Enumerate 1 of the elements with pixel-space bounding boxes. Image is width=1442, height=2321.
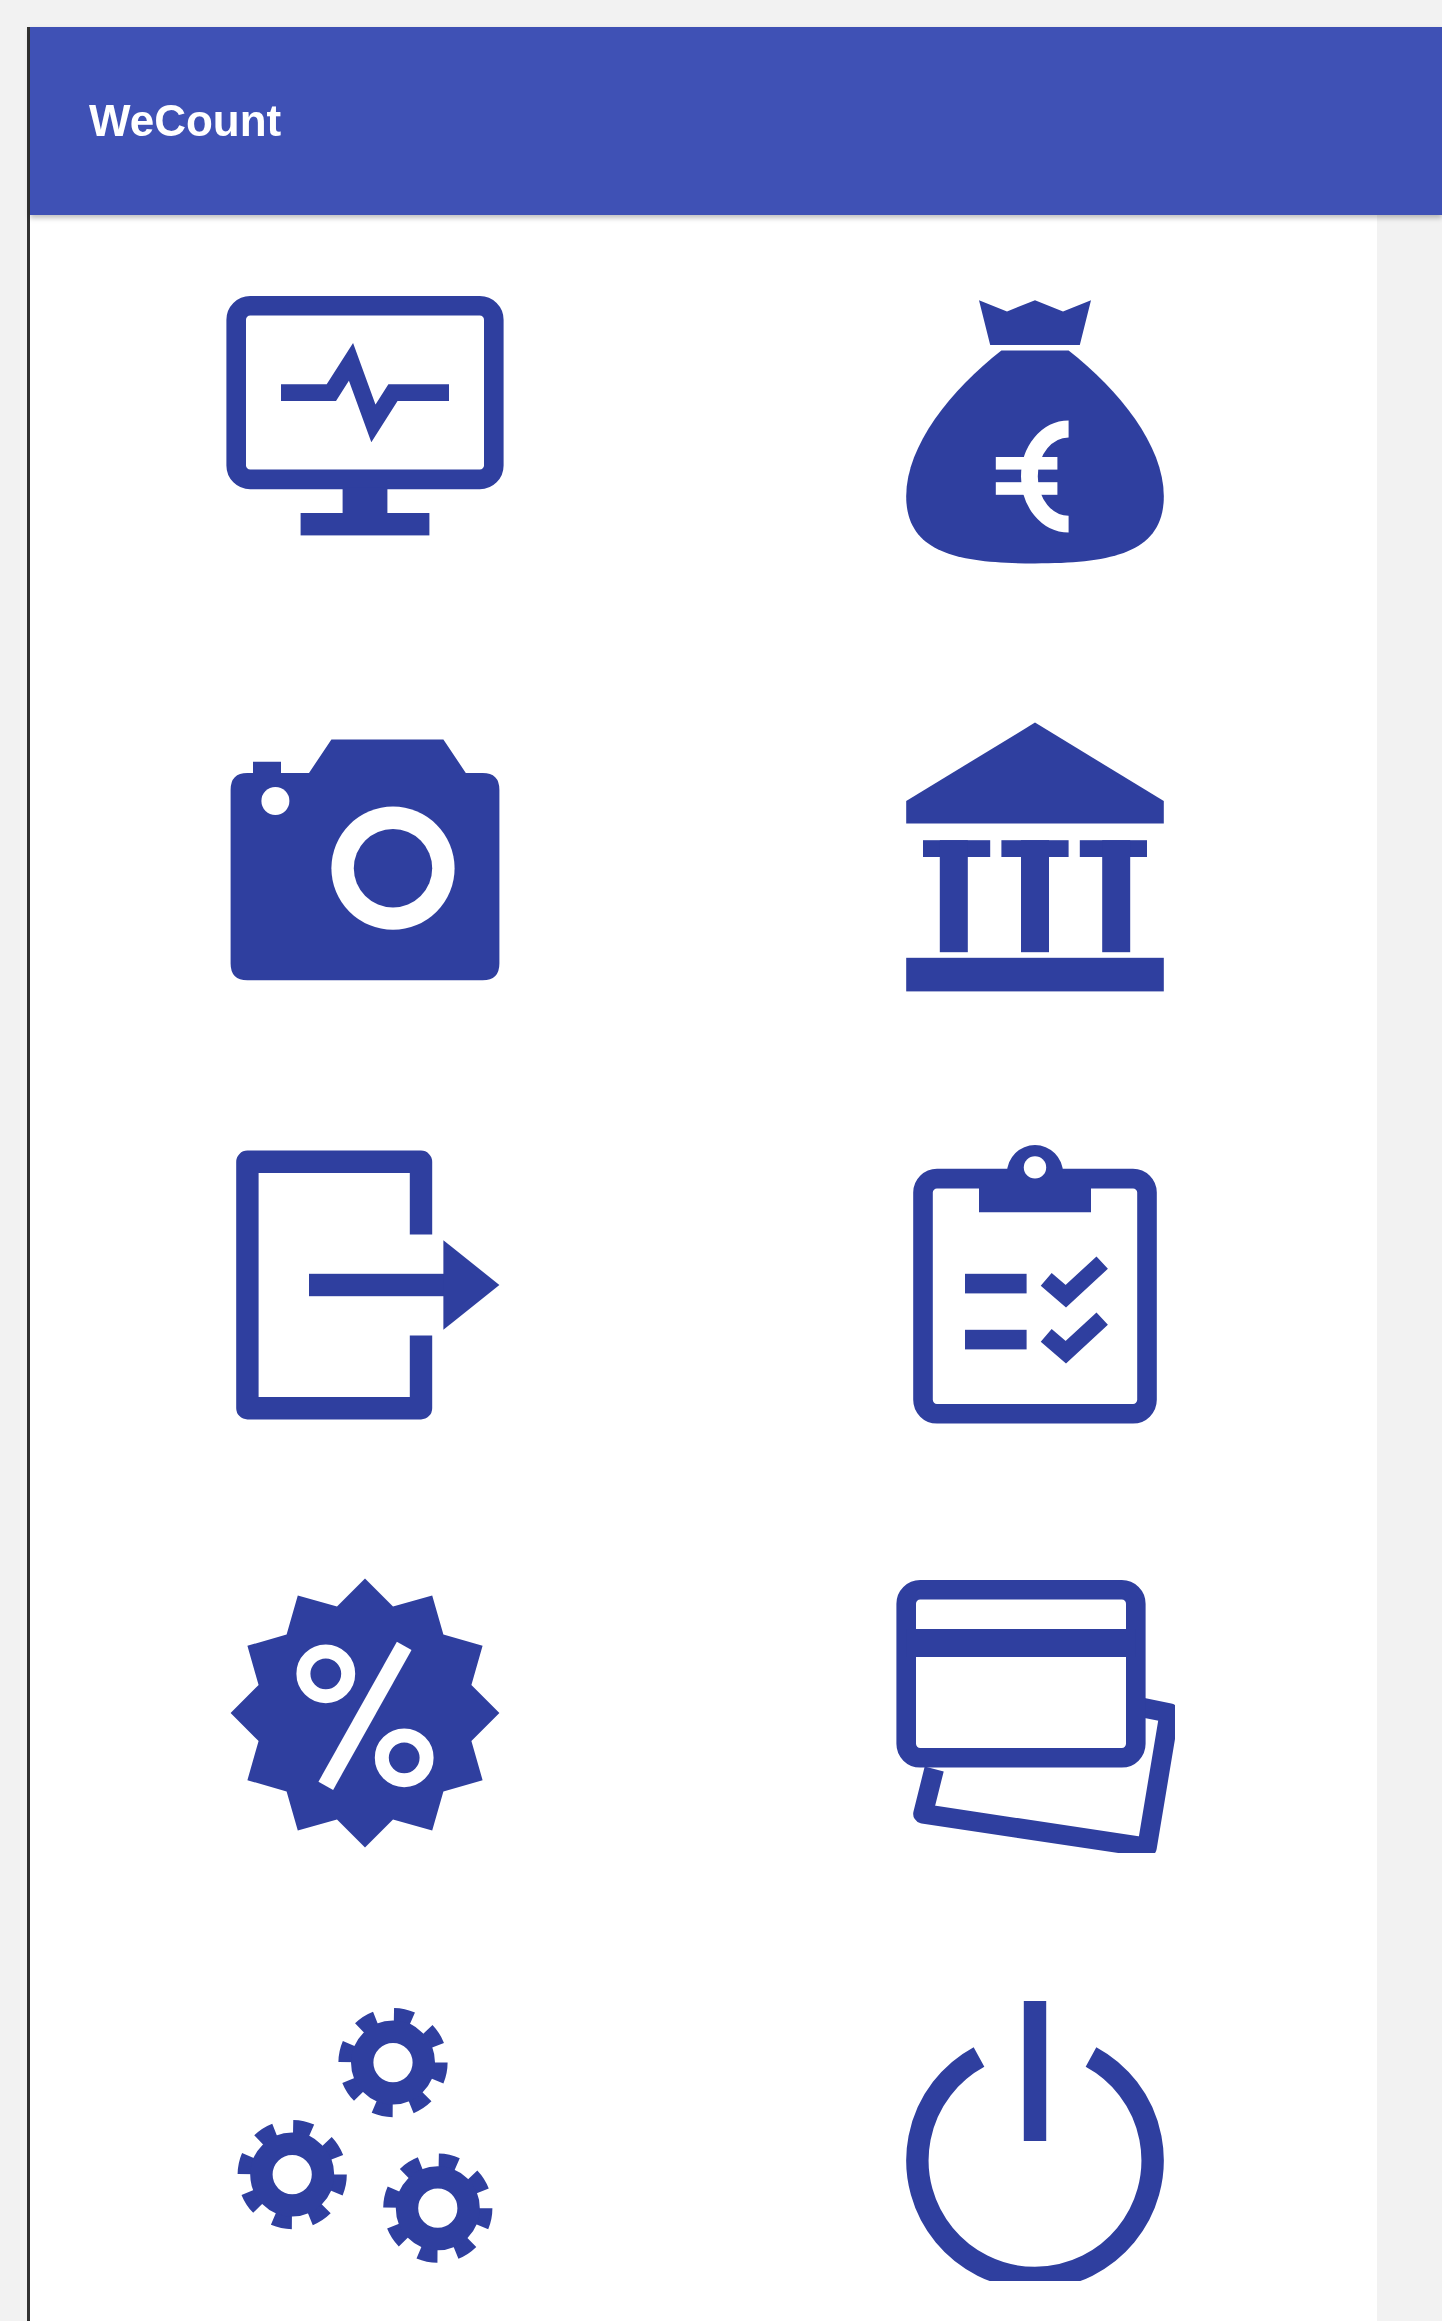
app-title: WeCount — [89, 96, 282, 146]
